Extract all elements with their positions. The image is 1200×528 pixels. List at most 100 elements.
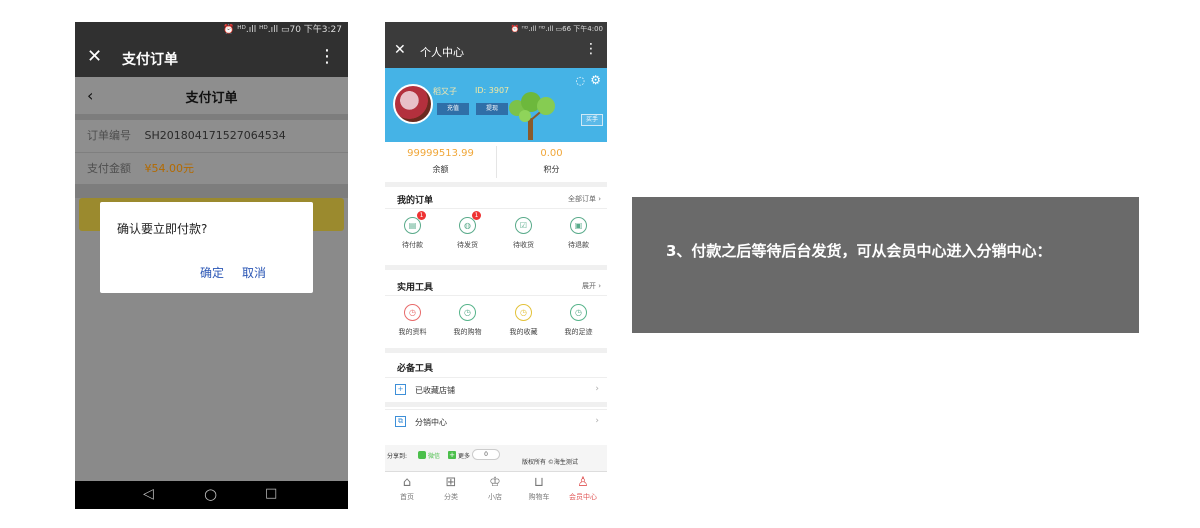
tab-label: 首页: [400, 493, 414, 501]
app-bar: ✕ 支付订单 ⋮: [75, 39, 348, 77]
order-item-label: 待退款: [568, 241, 589, 249]
shopping-icon: ◷: [459, 304, 476, 321]
amount-value: ¥54.00元: [144, 162, 195, 175]
home-icon: ⌂: [402, 475, 412, 490]
tab-label: 购物车: [528, 493, 550, 501]
tool-my-favorites[interactable]: ◷ 我的收藏: [496, 304, 551, 337]
tree-icon: [509, 92, 555, 140]
nav-recent-icon[interactable]: □: [265, 486, 277, 501]
dialog-message: 确认要立即付款?: [117, 222, 208, 236]
divider: [385, 348, 607, 353]
gear-icon[interactable]: ⚙: [590, 73, 601, 87]
profile-icon: ◷: [404, 304, 421, 321]
amount-row: 支付金额 ¥54.00元: [75, 152, 348, 184]
confirm-dialog: 确认要立即付款? 确定 取消: [100, 202, 313, 293]
tools-title: 实用工具: [397, 283, 434, 293]
distribution-center-label: 分销中心: [415, 418, 447, 427]
distribution-icon: ⧉: [395, 416, 406, 427]
tool-label: 我的资料: [398, 328, 427, 336]
divider: [75, 184, 348, 198]
message-icon[interactable]: ◌: [575, 74, 585, 87]
tab-label: 会员中心: [569, 493, 597, 501]
close-icon[interactable]: ✕: [87, 47, 102, 67]
tab-member-center[interactable]: ♙ 会员中心: [561, 474, 605, 502]
points-value[interactable]: 0.00: [496, 148, 607, 159]
more-share-link[interactable]: 更多: [458, 451, 470, 460]
member-center-screen: ⏰ ᴴᴰ.ıll ᴴᴰ.ıll ▭66 下午4:00 ✕ 个人中心 ⋮ 稻又子 …: [385, 22, 607, 510]
recharge-button[interactable]: 充值: [437, 103, 469, 115]
system-nav-bar: ◁ ○ □: [75, 481, 348, 509]
tab-category[interactable]: ⊞ 分类: [429, 474, 473, 502]
wechat-icon[interactable]: [418, 451, 426, 459]
tool-label: 我的足迹: [564, 328, 593, 336]
more-vert-icon[interactable]: ⋮: [318, 47, 336, 67]
order-pending-payment[interactable]: ▤ 1 待付款: [385, 211, 440, 250]
expand-link[interactable]: 展开 ›: [582, 281, 601, 291]
order-number-label: 订单编号: [87, 129, 131, 142]
orders-title: 我的订单: [397, 196, 434, 206]
copyright: 版权所有 ©海生测试: [522, 459, 578, 466]
share-bar: 分享到: 微信 + 更多 0 版权所有 ©海生测试: [385, 445, 607, 471]
balance-label: 余额: [432, 165, 449, 174]
all-orders-link[interactable]: 全部订单 ›: [568, 194, 601, 204]
badge: 1: [472, 211, 481, 220]
footprint-icon: ◷: [570, 304, 587, 321]
crown-icon: ♔: [489, 475, 501, 490]
status-bar: ⏰ ᴴᴰ.ıll ᴴᴰ.ıll ▭66 下午4:00: [385, 22, 607, 36]
order-item-label: 待付款: [402, 241, 423, 249]
wechat-share-link[interactable]: 微信: [428, 451, 440, 460]
wallet-icon: ▤ 1: [404, 211, 426, 234]
favorite-stores-label: 已收藏店铺: [415, 386, 455, 395]
tab-label: 分类: [444, 493, 458, 501]
order-pending-shipment[interactable]: ◍ 1 待发货: [440, 211, 495, 250]
page-title: 支付订单: [185, 91, 238, 106]
tab-home[interactable]: ⌂ 首页: [385, 474, 429, 502]
share-count: 0: [472, 449, 500, 460]
app-title: 支付订单: [122, 52, 178, 68]
chevron-right-icon: ›: [595, 384, 599, 394]
confirm-button[interactable]: 确定: [200, 264, 224, 281]
box-icon: ◍ 1: [459, 211, 481, 234]
nav-back-icon[interactable]: ◁: [143, 486, 154, 502]
divider: [385, 402, 607, 407]
divider: [385, 265, 607, 270]
profile-banner: 稻又子 ID: 3907 充值 提现 ◌ ⚙ 买手: [385, 68, 607, 142]
order-pending-receipt[interactable]: ☑ 待收货: [496, 217, 551, 250]
orders-header: 我的订单 全部订单 ›: [385, 187, 607, 209]
essentials-title: 必备工具: [397, 364, 434, 374]
status-bar: ⏰ ᴴᴰ.ıll ᴴᴰ.ıll ▭70 下午3:27: [75, 22, 348, 39]
account-stats: 99999513.99 余额 0.00 积分: [385, 142, 607, 182]
cancel-button[interactable]: 取消: [242, 264, 266, 281]
caption-box: 3、付款之后等待后台发货，可从会员中心进入分销中心：: [632, 197, 1139, 333]
app-bar: ✕ 个人中心 ⋮: [385, 36, 607, 68]
distribution-center-row[interactable]: ⧉ 分销中心 ›: [385, 409, 607, 433]
tab-shop[interactable]: ♔ 小店: [473, 474, 517, 502]
avatar[interactable]: [393, 84, 433, 124]
app-title: 个人中心: [420, 46, 464, 59]
tool-my-footprints[interactable]: ◷ 我的足迹: [551, 304, 606, 337]
tab-cart[interactable]: ⊔ 购物车: [517, 474, 561, 502]
tab-label: 小店: [488, 493, 502, 501]
chevron-right-icon: ›: [595, 416, 599, 426]
share-label: 分享到:: [387, 453, 408, 460]
balance-value[interactable]: 99999513.99: [385, 148, 496, 159]
order-item-label: 待收货: [513, 241, 534, 249]
plus-box-icon: +: [395, 384, 406, 395]
more-vert-icon[interactable]: ⋮: [584, 41, 598, 57]
tool-my-shopping[interactable]: ◷ 我的购物: [440, 304, 495, 337]
grid-icon: ⊞: [445, 475, 457, 490]
points-label: 积分: [543, 165, 560, 174]
page-header: ‹ 支付订单: [75, 77, 348, 114]
tool-label: 我的收藏: [509, 328, 538, 336]
tab-bar: ⌂ 首页 ⊞ 分类 ♔ 小店 ⊔ 购物车 ♙ 会员中心: [385, 471, 607, 510]
order-pending-refund[interactable]: ▣ 待退款: [551, 217, 606, 250]
favorite-stores-row[interactable]: + 已收藏店铺 ›: [385, 377, 607, 401]
close-icon[interactable]: ✕: [394, 42, 406, 58]
tool-label: 我的购物: [453, 328, 482, 336]
tool-my-profile[interactable]: ◷ 我的资料: [385, 304, 440, 337]
plus-icon[interactable]: +: [448, 451, 456, 459]
check-icon: ☑: [515, 217, 532, 234]
tools-header: 实用工具 展开 ›: [385, 274, 607, 296]
caption-text: 3、付款之后等待后台发货，可从会员中心进入分销中心：: [666, 242, 1052, 260]
nav-home-icon[interactable]: ○: [204, 485, 217, 503]
